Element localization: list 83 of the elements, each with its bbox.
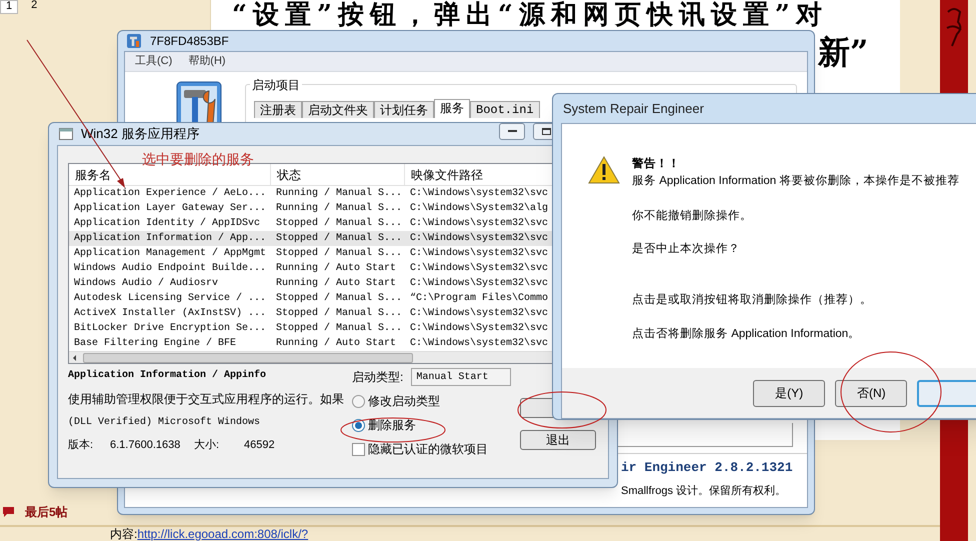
table-cell-text: Running / Manual S... [275, 186, 404, 201]
warning-icon [588, 156, 620, 184]
speech-bubble-icon [2, 506, 15, 518]
table-cell-text: BitLocker Drive Encryption Se... [73, 322, 268, 336]
table-cell-text: Running / Auto Start [275, 276, 398, 291]
product-version: ir Engineer 2.8.2.1321 [621, 459, 794, 477]
group-title: 启动项目 [250, 76, 302, 94]
table-cell-text: C:\Windows\system32\svc [409, 186, 550, 201]
table-cell-text: Application Experience / AeLo... [73, 186, 268, 201]
table-cell-text: C:\Windows\system32\svc [409, 232, 550, 246]
warning-heading: 警告！！ [632, 156, 681, 172]
recent-posts-heading: 最后5帖 [25, 504, 68, 521]
tab[interactable]: 注册表 [254, 101, 302, 118]
startup-type-dropdown[interactable]: Manual Start [411, 368, 512, 386]
size-value: 46592 [244, 438, 275, 453]
window-title: 7F8FD4853BF [150, 33, 229, 50]
menu-item[interactable]: 工具(C) [135, 53, 172, 70]
copyright-text: Smallfrogs 设计。保留所有权利。 [621, 484, 788, 498]
table-cell-text: Windows Audio / Audiosrv [73, 276, 220, 291]
checkbox[interactable] [352, 442, 365, 456]
service-description: 使用辅助管理权限便于交互式应用程序的运行。如果 [68, 391, 345, 408]
table-cell-text: Application Management / AppMgmt [73, 246, 268, 261]
menu-item[interactable]: 帮助(H) [188, 53, 226, 70]
table-cell-text: C:\Windows\System32\svc [409, 262, 550, 276]
table-cell-text: Stopped / Manual S... [275, 306, 404, 321]
table-cell-text: Windows Audio Endpoint Builde... [73, 262, 268, 276]
service-name: Application Information / Appinfo [68, 368, 268, 383]
table-cell-text: C:\Windows\System32\svc [409, 322, 550, 336]
table-cell-text: Stopped / Manual S... [275, 232, 404, 246]
table-cell-text: C:\Windows\System32\svc [409, 276, 550, 291]
page-number-link[interactable]: 1 [0, 0, 18, 14]
table-cell-text: Application Identity / AppIDSvc [73, 216, 262, 231]
option-label: 修改启动类型 [368, 393, 440, 410]
dialog-text: 你不能撤销删除操作。 [632, 208, 753, 224]
content-link[interactable]: http://lick.egooad.com:808/iclk/? [137, 528, 308, 541]
dialog-button[interactable]: 否(N) [835, 380, 908, 406]
article-heading: “设置”按钮，弹出“源和网页快讯设置”对 [232, 1, 828, 29]
tab[interactable]: Boot.ini [470, 101, 540, 118]
exit-button[interactable]: 退出 [520, 430, 596, 450]
table-cell-text: Application Layer Gateway Ser... [73, 202, 268, 216]
table-cell-text: Stopped / Manual S... [275, 246, 404, 261]
table-cell-text: Application Information / App... [73, 232, 268, 246]
window-icon [59, 128, 73, 140]
option-label: 删除服务 [368, 417, 416, 434]
table-cell-text: Running / Manual S... [275, 202, 404, 216]
table-cell-text: C:\Windows\system32\svc [409, 216, 550, 231]
tab[interactable]: 启动文件夹 [302, 101, 374, 118]
tab[interactable]: 服务 [434, 99, 470, 118]
app-icon [126, 33, 142, 49]
minimize-button[interactable] [499, 122, 525, 140]
table-cell-text: C:\Windows\System32\alg [409, 202, 550, 216]
dialog-title: System Repair Engineer [563, 100, 704, 118]
column-header[interactable]: 状态 [271, 164, 405, 185]
table-cell-text: Base Filtering Engine / BFE [73, 336, 238, 351]
article-heading: 新” [818, 32, 868, 72]
table-cell-text: C:\Windows\system32\svc [409, 246, 550, 261]
dialog-text: 是否中止本次操作？ [632, 242, 741, 257]
table-cell-text: Stopped / Manual S... [275, 216, 404, 231]
table-cell-text: Running / Auto Start [275, 336, 398, 351]
dialog-button[interactable] [917, 380, 976, 406]
option-label: 隐藏已认证的微软项目 [368, 441, 488, 458]
tab[interactable]: 计划任务 [374, 101, 434, 118]
table-cell-text: Autodesk Licensing Service / ... [73, 292, 268, 306]
version-value: 6.1.7600.1638 [110, 438, 182, 453]
radio-button[interactable] [352, 394, 365, 408]
table-cell-text: ActiveX Installer (AxInstSV) ... [73, 306, 268, 321]
table-cell-text: C:\Windows\system32\svc [409, 336, 550, 351]
warning-message: 服务 Application Information 将要被你删除，本操作是不被推荐 [632, 174, 960, 189]
table-cell-text: Stopped / Manual S... [275, 292, 404, 306]
version-label: 版本: [68, 438, 94, 453]
dialog-button[interactable]: 是(Y) [753, 380, 826, 406]
size-label: 大小: [194, 438, 220, 453]
content-label: 内容: [110, 528, 138, 541]
dialog-text: 点击是或取消按钮将取消删除操作（推荐）。 [632, 292, 873, 308]
table-cell-text: Stopped / Manual S... [275, 322, 404, 336]
dialog-text: 点击否将删除服务 Application Information。 [632, 326, 862, 342]
radio-button[interactable] [352, 418, 365, 432]
page-number-link[interactable]: 2 [26, 0, 42, 14]
table-cell-text: Running / Auto Start [275, 262, 398, 276]
table-cell-text: C:\Windows\system32\svc [409, 306, 550, 321]
table-cell-text: “C:\Program Files\Commo [409, 292, 550, 306]
service-publisher: (DLL Verified) Microsoft Windows [68, 416, 262, 430]
startup-type-label: 启动类型: [352, 369, 404, 386]
